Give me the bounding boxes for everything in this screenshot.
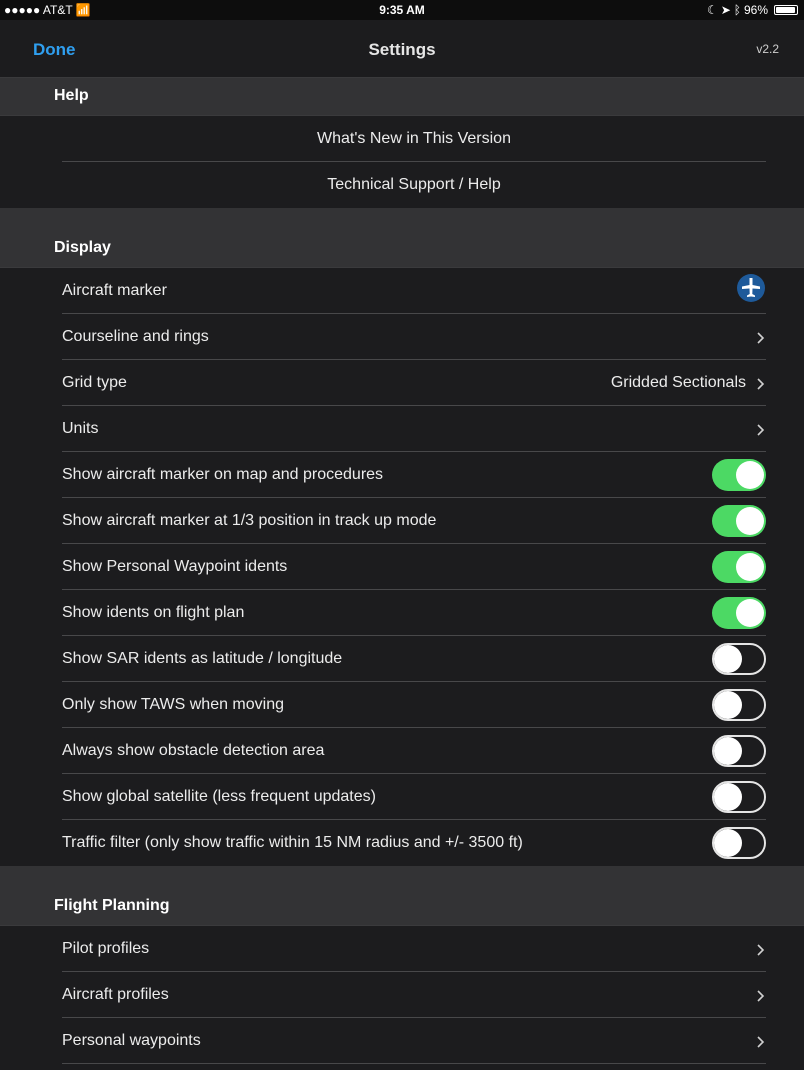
moon-icon: ☾ [706,3,718,17]
battery-percent: 96% [743,3,768,17]
toggle-row[interactable]: Traffic filter (only show traffic within… [62,820,766,866]
toggle-switch[interactable] [712,550,766,583]
courseline-rings-label: Courseline and rings [62,327,209,345]
section-title-flight-planning: Flight Planning [54,897,170,914]
whats-new-row[interactable]: What's New in This Version [62,116,766,162]
toggle-label: Show SAR idents as latitude / longitude [62,649,343,667]
toggle-switch[interactable] [712,504,766,537]
grid-type-label: Grid type [62,373,127,391]
section-header-help: Help [0,78,804,116]
toggle-row[interactable]: Show aircraft marker on map and procedur… [62,452,766,498]
technical-support-row[interactable]: Technical Support / Help [62,162,766,208]
toggle-knob [714,829,742,857]
toggle-switch[interactable] [712,458,766,491]
toggle-label: Show idents on flight plan [62,603,245,621]
toggle-row[interactable]: Show aircraft marker at 1/3 position in … [62,498,766,544]
status-bar: ●●●●● AT&T 📶 9:35 AM ☾ ➤ ᛒ 96% [0,0,804,20]
version-label: v2.2 [756,42,779,56]
grid-type-row[interactable]: Grid type Gridded Sectionals [62,360,766,406]
section-title-display: Display [54,239,111,256]
section-title-help: Help [54,87,89,104]
toggle-row[interactable]: Show global satellite (less frequent upd… [62,774,766,820]
toggle-knob [736,552,764,581]
help-list: What's New in This Version Technical Sup… [0,116,804,208]
bluetooth-icon: ᛒ [733,3,741,17]
chevron-right-icon [754,989,766,1002]
toggle-label: Only show TAWS when moving [62,695,285,713]
toggle-label: Always show obstacle detection area [62,741,325,759]
chevron-right-icon [754,377,766,390]
toggle-label: Show global satellite (less frequent upd… [62,787,376,805]
toggle-row[interactable]: Show idents on flight plan [62,590,766,636]
chevron-right-icon [754,1035,766,1048]
aircraft-profiles-label: Aircraft profiles [62,985,169,1003]
flight-planning-list: Pilot profiles Aircraft profiles Persona… [0,926,804,1064]
toggle-switch[interactable] [712,596,766,629]
toggle-label: Show aircraft marker at 1/3 position in … [62,511,437,529]
units-label: Units [62,419,99,437]
toggle-row[interactable]: Show Personal Waypoint idents [62,544,766,590]
toggle-knob [714,690,742,719]
toggle-knob [736,460,764,489]
aircraft-marker-row[interactable]: Aircraft marker [62,268,766,314]
pilot-profiles-label: Pilot profiles [62,939,150,957]
section-header-display: Display [0,208,804,268]
toggle-row[interactable]: Show SAR idents as latitude / longitude [62,636,766,682]
toggle-knob [714,782,742,811]
courseline-rings-row[interactable]: Courseline and rings [62,314,766,360]
toggle-switch[interactable] [712,734,766,767]
toggle-knob [714,736,742,765]
toggle-label: Show aircraft marker on map and procedur… [62,465,384,483]
personal-waypoints-label: Personal waypoints [62,1031,201,1049]
toggle-switch[interactable] [712,780,766,813]
status-right: ☾ ➤ ᛒ 96% [707,3,798,17]
airplane-icon[interactable] [736,273,766,308]
toggle-knob [736,506,764,535]
battery-icon [774,5,798,15]
grid-type-value: Gridded Sectionals [610,373,746,391]
pilot-profiles-row[interactable]: Pilot profiles [62,926,766,972]
toggle-knob [736,598,764,627]
display-list: Aircraft marker Courseline and rings Gri… [0,268,804,866]
location-arrow-icon: ➤ [720,3,731,17]
technical-support-label: Technical Support / Help [327,176,501,193]
whats-new-label: What's New in This Version [317,129,511,147]
page-title: Settings [368,40,436,59]
toggle-label: Show Personal Waypoint idents [62,557,288,575]
personal-waypoints-row[interactable]: Personal waypoints [62,1018,766,1064]
section-header-flight-planning: Flight Planning [0,866,804,926]
status-time: 9:35 AM [379,3,425,17]
aircraft-profiles-row[interactable]: Aircraft profiles [62,972,766,1018]
navigation-bar: Done Settings v2.2 [0,20,804,78]
toggle-row[interactable]: Only show TAWS when moving [62,682,766,728]
toggle-knob [714,644,742,673]
chevron-right-icon [754,423,766,436]
toggle-switch[interactable] [712,642,766,675]
toggle-switch[interactable] [712,827,766,859]
aircraft-marker-label: Aircraft marker [62,281,167,299]
toggle-switch[interactable] [712,688,766,721]
toggle-label: Traffic filter (only show traffic within… [62,834,523,851]
chevron-right-icon [754,331,766,344]
toggle-row[interactable]: Always show obstacle detection area [62,728,766,774]
chevron-right-icon [754,943,766,956]
units-row[interactable]: Units [62,406,766,452]
